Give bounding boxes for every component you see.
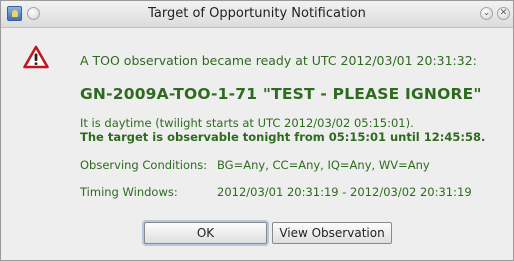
ok-button[interactable]: OK (144, 222, 267, 244)
observation-id: GN-2009A-TOO-1-71 "TEST - PLEASE IGNORE" (80, 85, 482, 103)
view-observation-button[interactable]: View Observation (272, 222, 392, 244)
chevron-down-icon: ⌄ (482, 8, 491, 18)
observable-message: The target is observable tonight from 05… (80, 130, 486, 144)
conditions-label: Observing Conditions: (80, 158, 208, 172)
minimize-button[interactable]: ⌄ (480, 7, 493, 20)
ready-message: A TOO observation became ready at UTC 20… (80, 53, 477, 68)
close-icon: ✕ (499, 8, 508, 18)
close-button[interactable]: ✕ (497, 7, 510, 20)
notification-dialog: Target of Opportunity Notification ⌄ ✕ A… (0, 0, 514, 261)
daytime-message: It is daytime (twilight starts at UTC 20… (80, 116, 414, 130)
timing-value: 2012/03/01 20:31:19 - 2012/03/02 20:31:1… (217, 185, 472, 199)
timing-label: Timing Windows: (80, 185, 178, 199)
warning-triangle-icon (23, 45, 49, 69)
window-title: Target of Opportunity Notification (148, 6, 366, 21)
conditions-value: BG=Any, CC=Any, IQ=Any, WV=Any (217, 158, 430, 172)
title-bar[interactable]: Target of Opportunity Notification ⌄ ✕ (1, 1, 513, 28)
